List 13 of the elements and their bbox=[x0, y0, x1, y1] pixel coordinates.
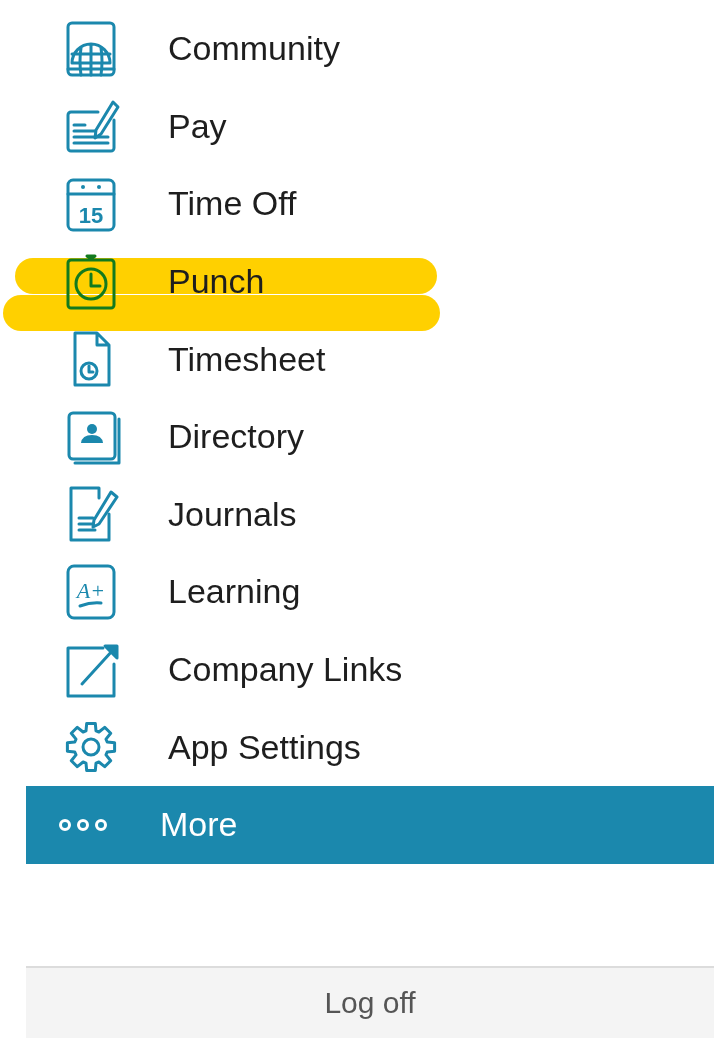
more-icon bbox=[59, 818, 107, 831]
menu-item[interactable]: Time Off bbox=[168, 184, 297, 224]
menu-item[interactable]: Community bbox=[168, 29, 340, 69]
menu-item[interactable]: Directory bbox=[168, 417, 305, 457]
menu-item[interactable]: Pay bbox=[168, 106, 227, 146]
menu-item[interactable]: Punch bbox=[168, 262, 265, 302]
menu-item[interactable]: App Settings bbox=[168, 727, 361, 767]
menu-item[interactable]: Timesheet bbox=[168, 339, 326, 379]
menu-item[interactable]: Company Links bbox=[168, 650, 403, 690]
menu-item[interactable]: Journals bbox=[168, 494, 297, 534]
log-off-button[interactable]: Log off bbox=[26, 966, 714, 1038]
menu-item[interactable]: Learning bbox=[168, 572, 301, 612]
menu-item[interactable]: More bbox=[26, 785, 714, 864]
